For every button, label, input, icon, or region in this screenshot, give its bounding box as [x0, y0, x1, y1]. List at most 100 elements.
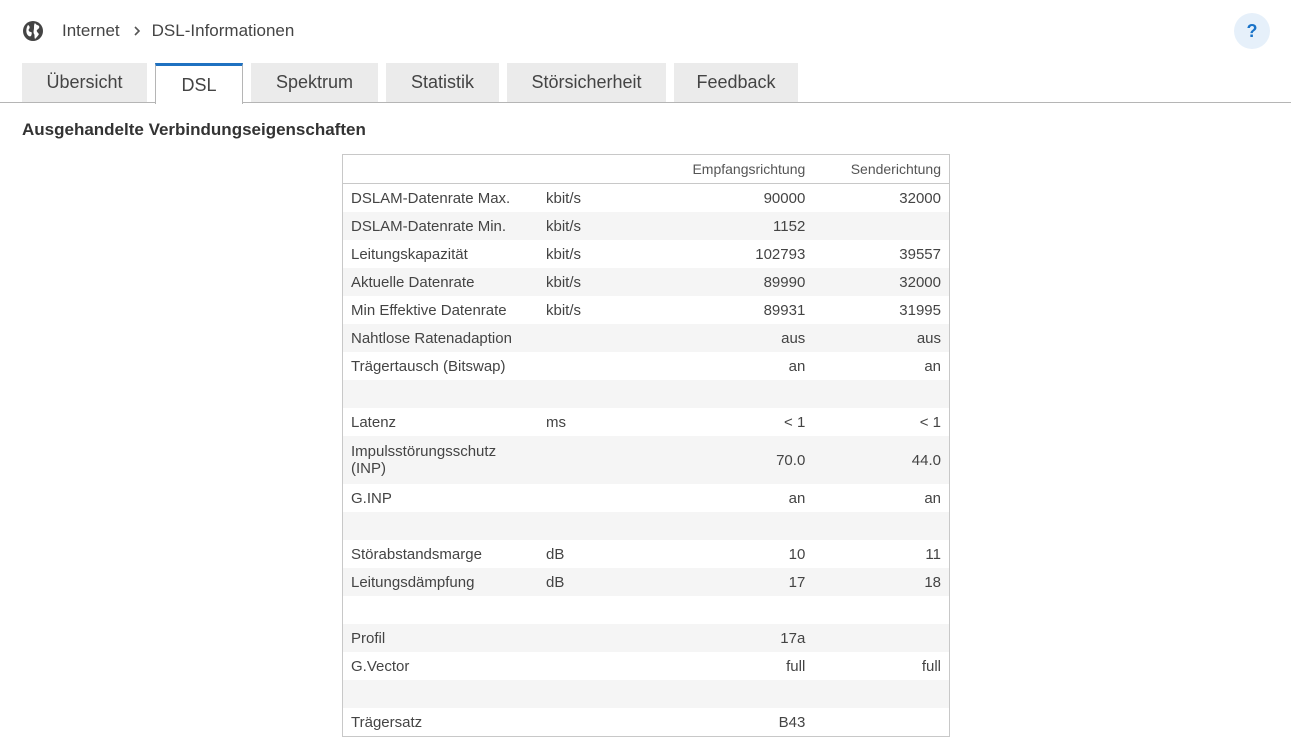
- table-row: [342, 512, 950, 540]
- row-label: DSLAM-Datenrate Min.: [342, 212, 538, 240]
- row-upstream-value: 18: [813, 568, 950, 596]
- table-row: DSLAM-Datenrate Max. kbit/s 90000 32000: [343, 184, 950, 213]
- row-upstream-value: aus: [813, 324, 950, 352]
- tab-spektrum[interactable]: Spektrum: [251, 63, 378, 102]
- row-downstream-value: 70.0: [649, 436, 814, 484]
- row-label: Trägersatz: [351, 713, 423, 731]
- row-upstream-value: [813, 212, 950, 240]
- row-unit: [538, 380, 649, 408]
- row-upstream-value: full: [921, 657, 941, 675]
- row-unit: kbit/s: [546, 245, 582, 263]
- row-downstream-value: 1152: [649, 212, 814, 240]
- row-downstream-value: B43: [778, 713, 806, 731]
- row-downstream-value: 102793: [755, 245, 806, 263]
- table-row: G.INP an an: [343, 484, 950, 512]
- row-unit: [538, 708, 649, 737]
- row-unit: [538, 652, 649, 680]
- header-upstream: Senderichtung: [813, 154, 950, 184]
- row-label: G.Vector: [351, 657, 410, 675]
- row-label: [343, 596, 539, 624]
- breadcrumb-current: DSL-Informationen: [151, 21, 295, 40]
- chevron-right-icon: [134, 26, 140, 36]
- table-row: Leitungsdämpfung dB 17 18: [342, 568, 950, 596]
- row-unit: dB: [538, 568, 649, 596]
- row-unit: kbit/s: [546, 301, 582, 319]
- row-label: Aktuelle Datenrate: [342, 268, 538, 296]
- row-downstream-value: [649, 380, 814, 408]
- table-row: Trägersatz B43: [343, 708, 950, 737]
- header-downstream: Empfangsrichtung: [649, 154, 814, 184]
- row-label: Impulsstörungsschutz (INP): [342, 436, 538, 484]
- table-row: Nahtlose Ratenadaption aus aus: [342, 324, 950, 352]
- table-row: Störabstandsmarge dB 10 11: [343, 540, 950, 568]
- row-unit: kbit/s: [538, 212, 649, 240]
- table-row: Profil 17a: [342, 624, 950, 652]
- row-unit: [538, 352, 649, 380]
- table-body: DSLAM-Datenrate Max. kbit/s 90000 32000 DSLA…: [342, 184, 950, 737]
- row-upstream-value: 31995: [899, 301, 941, 319]
- row-downstream-value: 10: [788, 545, 806, 563]
- help-button[interactable]: ?: [1234, 13, 1270, 49]
- globe-icon: [23, 21, 43, 41]
- row-upstream-value: < 1: [919, 413, 941, 431]
- row-unit: [538, 512, 649, 540]
- row-label: Nahtlose Ratenadaption: [342, 324, 538, 352]
- row-upstream-value: [813, 680, 950, 708]
- row-upstream-value: [813, 380, 950, 408]
- row-downstream-value: aus: [649, 324, 814, 352]
- row-downstream-value: 90000: [763, 189, 806, 207]
- row-label: Leitungsdämpfung: [342, 568, 538, 596]
- table-row: [343, 596, 950, 624]
- tab-uebersicht[interactable]: Übersicht: [22, 63, 147, 102]
- row-unit: ms: [546, 413, 566, 431]
- tab-stoersicherheit[interactable]: Störsicherheit: [507, 63, 666, 102]
- row-upstream-value: 32000: [813, 268, 950, 296]
- row-unit: [538, 436, 649, 484]
- row-label: Leitungskapazität: [351, 245, 468, 263]
- tab-bar: Übersicht DSL Spektrum Statistik Störsic…: [0, 63, 1291, 104]
- table-row: DSLAM-Datenrate Min. kbit/s 1152: [342, 212, 950, 240]
- row-unit: [538, 324, 649, 352]
- table-row: [342, 380, 950, 408]
- tab-dsl[interactable]: DSL: [155, 63, 243, 104]
- row-downstream-value: [649, 596, 813, 624]
- row-label: Min Effektive Datenrate: [351, 301, 507, 319]
- row-unit: [538, 484, 649, 512]
- row-upstream-value: 44.0: [813, 436, 950, 484]
- row-downstream-value: an: [788, 489, 806, 507]
- tab-statistik[interactable]: Statistik: [386, 63, 499, 102]
- row-unit: kbit/s: [546, 189, 582, 207]
- row-downstream-value: full: [786, 657, 806, 675]
- row-label: Störabstandsmarge: [351, 545, 482, 563]
- row-label: Profil: [342, 624, 538, 652]
- row-unit: kbit/s: [538, 268, 649, 296]
- tab-feedback[interactable]: Feedback: [674, 63, 798, 102]
- row-label: G.INP: [351, 489, 392, 507]
- row-upstream-value: 11: [925, 545, 941, 563]
- row-downstream-value: [649, 512, 814, 540]
- row-label: DSLAM-Datenrate Max.: [351, 189, 511, 207]
- table-row: Leitungskapazität kbit/s 102793 39557: [343, 240, 950, 268]
- row-downstream-value: an: [788, 357, 806, 375]
- header-unit: [538, 154, 649, 184]
- row-downstream-value: 17a: [649, 624, 814, 652]
- table-row: Latenz ms < 1 < 1: [343, 408, 950, 436]
- row-label: [342, 512, 538, 540]
- row-upstream-value: [813, 512, 950, 540]
- table-row: Trägertausch (Bitswap) an an: [343, 352, 950, 380]
- row-upstream-value: an: [924, 489, 941, 507]
- row-downstream-value: < 1: [784, 413, 806, 431]
- breadcrumb-home-link[interactable]: Internet: [62, 21, 120, 41]
- dsl-properties-table: Empfangsrichtung Senderichtung DSLAM-Dat…: [342, 154, 950, 737]
- row-unit: [538, 624, 649, 652]
- row-downstream-value: [649, 680, 814, 708]
- row-upstream-value: [813, 596, 949, 624]
- row-unit: [538, 680, 649, 708]
- table-header-row: Empfangsrichtung Senderichtung: [342, 154, 950, 184]
- breadcrumb: Internet DSL-Informationen: [22, 18, 294, 44]
- header-label: [342, 154, 538, 184]
- row-upstream-value: 32000: [899, 189, 941, 207]
- row-downstream-value: 17: [649, 568, 814, 596]
- row-upstream-value: [813, 624, 950, 652]
- row-label: [342, 380, 538, 408]
